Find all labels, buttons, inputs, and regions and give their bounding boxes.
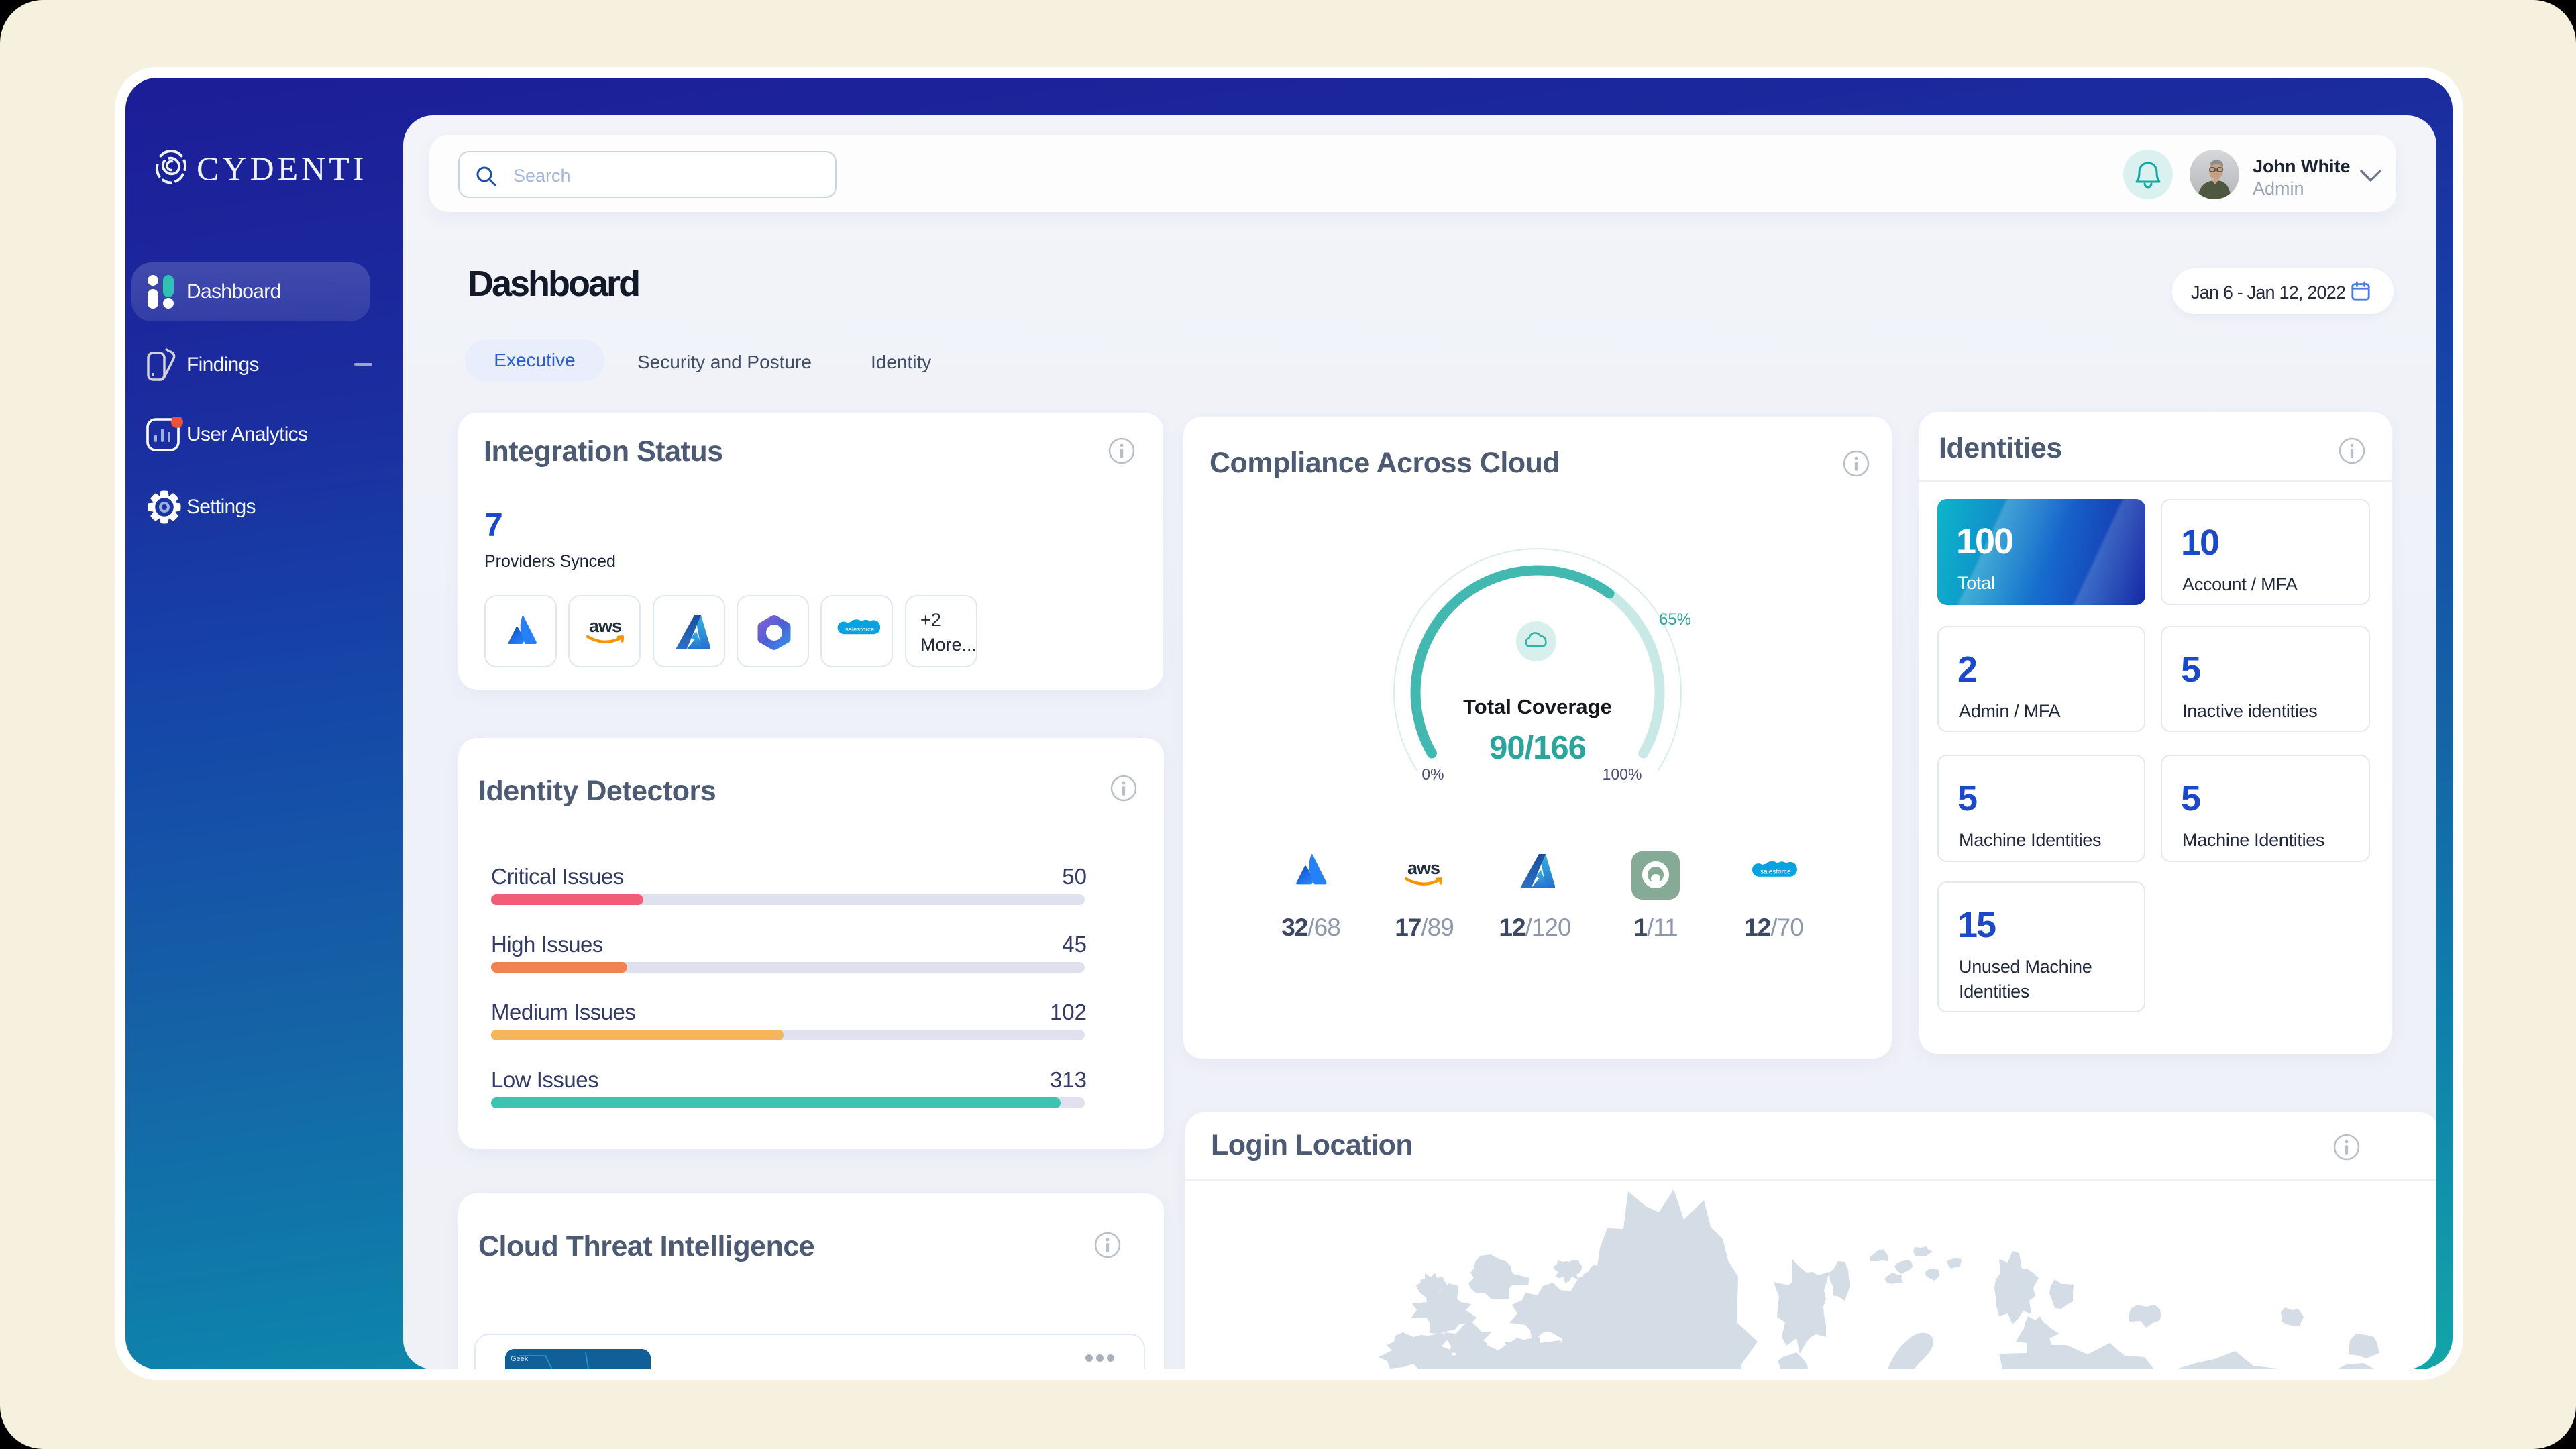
svg-text:salesforce: salesforce xyxy=(845,626,874,633)
svg-text:salesforce: salesforce xyxy=(1760,868,1791,875)
svg-text:aws: aws xyxy=(589,616,621,636)
svg-text:aws: aws xyxy=(1407,858,1440,878)
svg-text:Geek: Geek xyxy=(511,1355,529,1363)
